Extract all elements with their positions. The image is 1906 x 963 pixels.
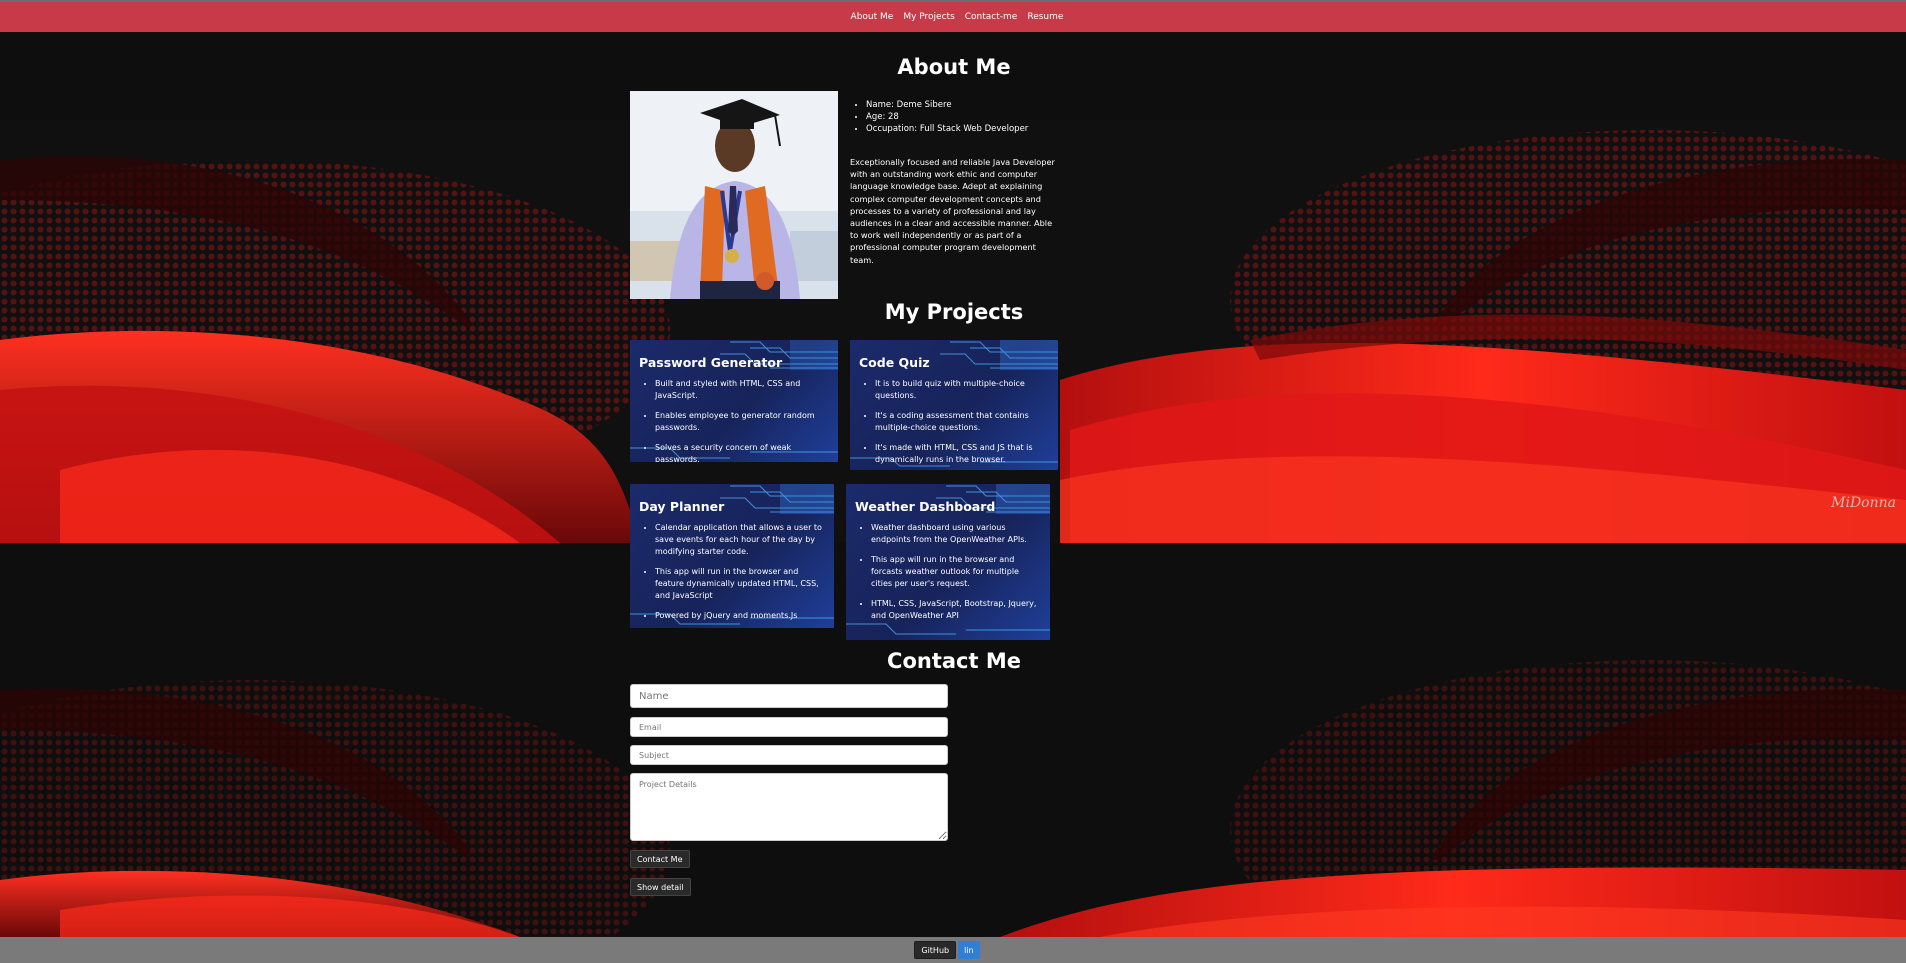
project-card-code-quiz[interactable]: Code Quiz It is to build quiz with multi… bbox=[850, 340, 1058, 470]
project-title: Code Quiz bbox=[859, 355, 930, 370]
nav-my-projects[interactable]: My Projects bbox=[902, 10, 955, 24]
github-button[interactable]: GitHub bbox=[914, 941, 957, 959]
projects-title: My Projects bbox=[884, 300, 1024, 324]
nav-contact-me[interactable]: Contact-me bbox=[964, 10, 1019, 24]
footer: GitHub lin bbox=[0, 937, 1906, 963]
project-title: Day Planner bbox=[639, 499, 725, 514]
detail-age: Age: 28 bbox=[866, 111, 1028, 123]
detail-occupation: Occupation: Full Stack Web Developer bbox=[866, 123, 1028, 135]
nav-about-me[interactable]: About Me bbox=[850, 10, 895, 24]
project-title: Password Generator bbox=[639, 355, 783, 370]
project-point: It is to build quiz with multiple-choice… bbox=[875, 378, 1048, 402]
email-input[interactable] bbox=[630, 717, 948, 737]
top-navbar: About Me My Projects Contact-me Resume bbox=[0, 0, 1906, 32]
detail-name: Name: Deme Sibere bbox=[866, 99, 1028, 111]
project-card-day-planner[interactable]: Day Planner Calendar application that al… bbox=[630, 484, 834, 628]
about-bio: Exceptionally focused and reliable Java … bbox=[850, 157, 1055, 265]
profile-photo-graduate bbox=[630, 91, 838, 299]
project-point: Built and styled with HTML, CSS and Java… bbox=[655, 378, 828, 402]
profile-photo bbox=[630, 91, 838, 299]
nav-links: About Me My Projects Contact-me Resume bbox=[850, 10, 1065, 24]
project-points: Calendar application that allows a user … bbox=[655, 522, 824, 628]
project-points: It is to build quiz with multiple-choice… bbox=[875, 378, 1048, 470]
project-point: Calendar application that allows a user … bbox=[655, 522, 824, 558]
project-point: Solves a security concern of weak passwo… bbox=[655, 442, 828, 462]
name-input[interactable] bbox=[630, 684, 948, 708]
project-points: Weather dashboard using various endpoint… bbox=[871, 522, 1040, 630]
project-points: Built and styled with HTML, CSS and Java… bbox=[655, 378, 828, 462]
subject-input[interactable] bbox=[630, 745, 948, 765]
contact-me-button[interactable]: Contact Me bbox=[630, 850, 690, 868]
project-point: This app will run in the browser and for… bbox=[871, 554, 1040, 590]
nav-resume[interactable]: Resume bbox=[1026, 10, 1064, 24]
about-details-list: Name: Deme Sibere Age: 28 Occupation: Fu… bbox=[850, 99, 1028, 135]
project-point: It's made with HTML, CSS and JS that is … bbox=[875, 442, 1048, 466]
project-card-weather-dashboard[interactable]: Weather Dashboard Weather dashboard usin… bbox=[846, 484, 1050, 640]
contact-title: Contact Me bbox=[887, 649, 1021, 673]
project-point: This app will run in the browser and fea… bbox=[655, 566, 824, 602]
project-point: Weather dashboard using various endpoint… bbox=[871, 522, 1040, 546]
project-point: Enables employee to generator random pas… bbox=[655, 410, 828, 434]
signature-watermark: MiDonna bbox=[1831, 495, 1896, 511]
project-details-textarea[interactable] bbox=[630, 773, 948, 841]
show-detail-button[interactable]: Show detail bbox=[630, 878, 691, 896]
main-content: About Me Name: bbox=[0, 0, 1906, 963]
linkedin-button[interactable]: lin bbox=[958, 941, 980, 959]
project-point: HTML, CSS, JavaScript, Bootstrap, Jquery… bbox=[871, 598, 1040, 622]
project-card-password-generator[interactable]: Password Generator Built and styled with… bbox=[630, 340, 838, 462]
project-point: Powered by jQuery and moments.Js bbox=[655, 610, 824, 622]
project-point: It's a coding assessment that contains m… bbox=[875, 410, 1048, 434]
project-title: Weather Dashboard bbox=[855, 499, 996, 514]
about-title: About Me bbox=[897, 55, 1011, 79]
